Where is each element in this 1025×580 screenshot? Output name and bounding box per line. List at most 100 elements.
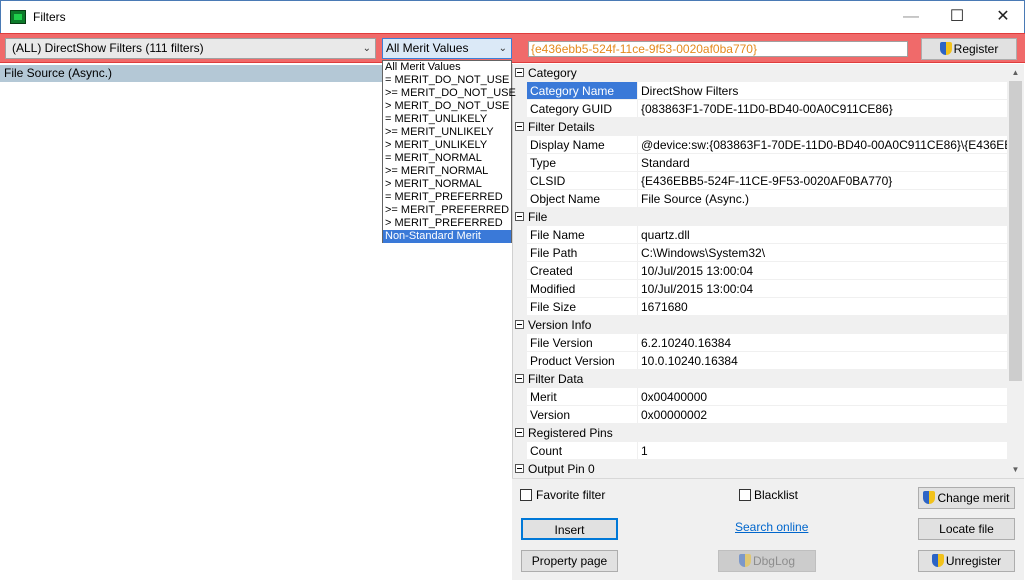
grid-category-row[interactable]: File — [513, 208, 1007, 226]
merit-option[interactable]: >= MERIT_NORMAL — [383, 165, 511, 178]
collapse-icon[interactable] — [515, 464, 524, 473]
property-name: Modified — [527, 280, 637, 298]
grid-property-row[interactable]: Created 10/Jul/2015 13:00:04 — [513, 262, 1007, 280]
property-value[interactable]: 0x00400000 — [637, 388, 1007, 406]
property-value[interactable]: 10.0.10240.16384 — [637, 352, 1007, 370]
grid-property-row[interactable]: Object Name File Source (Async.) — [513, 190, 1007, 208]
scroll-up-icon[interactable]: ▲ — [1007, 64, 1024, 81]
grid-property-row[interactable]: Version 0x00000002 — [513, 406, 1007, 424]
property-grid-scrollbar[interactable]: ▲ ▼ — [1007, 64, 1024, 478]
filter-category-value: (ALL) DirectShow Filters (111 filters) — [12, 41, 204, 55]
merit-option[interactable]: > MERIT_DO_NOT_USE — [383, 100, 511, 113]
favorite-checkbox[interactable] — [520, 489, 532, 501]
grid-property-row[interactable]: Product Version 10.0.10240.16384 — [513, 352, 1007, 370]
minimize-button[interactable]: — — [888, 1, 934, 33]
collapse-icon[interactable] — [515, 212, 524, 221]
property-name: Version — [527, 406, 637, 424]
merit-option[interactable]: >= MERIT_PREFERRED — [383, 204, 511, 217]
favorite-label: Favorite filter — [536, 488, 606, 502]
register-label: Register — [953, 42, 999, 56]
grid-category-row[interactable]: Version Info — [513, 316, 1007, 334]
category-label: Version Info — [528, 318, 592, 332]
insert-button[interactable]: Insert — [521, 518, 618, 540]
property-value[interactable]: 1 — [637, 442, 1007, 460]
grid-property-row[interactable]: Category Name DirectShow Filters — [513, 82, 1007, 100]
grid-property-row[interactable]: File Path C:\Windows\System32\ — [513, 244, 1007, 262]
maximize-button[interactable]: ☐ — [934, 1, 980, 33]
property-value[interactable]: 10/Jul/2015 13:00:04 — [637, 262, 1007, 280]
grid-category-row[interactable]: Filter Details — [513, 118, 1007, 136]
grid-category-row[interactable]: Category — [513, 64, 1007, 82]
search-online-link[interactable]: Search online — [735, 520, 808, 534]
guid-input[interactable]: {e436ebb5-524f-11ce-9f53-0020af0ba770} — [528, 41, 908, 57]
collapse-icon[interactable] — [515, 374, 524, 383]
property-value[interactable]: File Source (Async.) — [637, 190, 1007, 208]
property-name: Count — [527, 442, 637, 460]
grid-property-row[interactable]: Type Standard — [513, 154, 1007, 172]
row-gutter — [513, 442, 527, 460]
merit-option[interactable]: = MERIT_DO_NOT_USE — [383, 74, 511, 87]
property-value[interactable]: 10/Jul/2015 13:00:04 — [637, 280, 1007, 298]
merit-option[interactable]: = MERIT_UNLIKELY — [383, 113, 511, 126]
grid-property-row[interactable]: CLSID {E436EBB5-524F-11CE-9F53-0020AF0BA7… — [513, 172, 1007, 190]
collapse-icon[interactable] — [515, 320, 524, 329]
change-merit-button[interactable]: Change merit — [918, 487, 1015, 509]
property-name: Product Version — [527, 352, 637, 370]
merit-option[interactable]: >= MERIT_UNLIKELY — [383, 126, 511, 139]
grid-property-row[interactable]: File Version 6.2.10240.16384 — [513, 334, 1007, 352]
property-value[interactable]: DirectShow Filters — [637, 82, 1007, 100]
category-label: Output Pin 0 — [528, 462, 595, 476]
row-gutter — [513, 406, 527, 424]
property-value[interactable]: quartz.dll — [637, 226, 1007, 244]
dbglog-button[interactable]: DbgLog — [718, 550, 816, 572]
unregister-label: Unregister — [945, 554, 1002, 568]
grid-property-row[interactable]: Modified 10/Jul/2015 13:00:04 — [513, 280, 1007, 298]
grid-category-row[interactable]: Filter Data — [513, 370, 1007, 388]
merit-option[interactable]: > MERIT_UNLIKELY — [383, 139, 511, 152]
grid-property-row[interactable]: Category GUID {083863F1-70DE-11D0-BD40-00… — [513, 100, 1007, 118]
scroll-thumb[interactable] — [1009, 81, 1022, 381]
grid-property-row[interactable]: Display Name @device:sw:{083863F1-70DE-11… — [513, 136, 1007, 154]
merit-option[interactable]: > MERIT_PREFERRED — [383, 217, 511, 230]
merit-option[interactable]: >= MERIT_DO_NOT_USE — [383, 87, 516, 100]
property-grid[interactable]: Category Category Name DirectShow Filters C… — [512, 64, 1007, 478]
property-value[interactable]: {E436EBB5-524F-11CE-9F53-0020AF0BA770} — [637, 172, 1007, 190]
property-value[interactable]: Standard — [637, 154, 1007, 172]
collapse-icon[interactable] — [515, 428, 524, 437]
property-value[interactable]: 1671680 — [637, 298, 1007, 316]
merit-option[interactable]: > MERIT_NORMAL — [383, 178, 511, 191]
property-value[interactable]: 6.2.10240.16384 — [637, 334, 1007, 352]
close-button[interactable]: ✕ — [980, 1, 1025, 33]
scroll-down-icon[interactable]: ▼ — [1007, 461, 1024, 478]
merit-dropdown-list[interactable]: All Merit Values = MERIT_DO_NOT_USE >= MER… — [382, 60, 516, 243]
grid-category-row[interactable]: Registered Pins — [513, 424, 1007, 442]
merit-option[interactable]: = MERIT_NORMAL — [383, 152, 511, 165]
property-value[interactable]: @device:sw:{083863F1-70DE-11D0-BD40-00A0… — [637, 136, 1007, 154]
unregister-button[interactable]: Unregister — [918, 550, 1015, 572]
grid-property-row[interactable]: File Size 1671680 — [513, 298, 1007, 316]
merit-filter-select[interactable]: All Merit Values ⌄ — [382, 38, 512, 59]
blacklist-checkbox[interactable] — [739, 489, 751, 501]
row-gutter — [513, 172, 527, 190]
property-name: Merit — [527, 388, 637, 406]
collapse-icon[interactable] — [515, 122, 524, 131]
grid-property-row[interactable]: Merit 0x00400000 — [513, 388, 1007, 406]
row-gutter — [513, 226, 527, 244]
grid-property-row[interactable]: File Name quartz.dll — [513, 226, 1007, 244]
collapse-icon[interactable] — [515, 68, 524, 77]
merit-option[interactable]: Non-Standard Merit — [383, 230, 511, 243]
property-value[interactable]: C:\Windows\System32\ — [637, 244, 1007, 262]
category-label: Filter Data — [528, 372, 584, 386]
merit-option[interactable]: = MERIT_PREFERRED — [383, 191, 511, 204]
register-button[interactable]: Register — [921, 38, 1017, 60]
filter-category-select[interactable]: (ALL) DirectShow Filters (111 filters) ⌄ — [5, 38, 376, 59]
property-value[interactable]: 0x00000002 — [637, 406, 1007, 424]
merit-option[interactable]: All Merit Values — [383, 61, 511, 74]
uac-shield-icon — [738, 554, 751, 567]
locate-file-button[interactable]: Locate file — [918, 518, 1015, 540]
grid-property-row[interactable]: Count 1 — [513, 442, 1007, 460]
category-label: Registered Pins — [528, 426, 613, 440]
grid-category-row[interactable]: Output Pin 0 — [513, 460, 1007, 478]
property-page-button[interactable]: Property page — [521, 550, 618, 572]
property-value[interactable]: {083863F1-70DE-11D0-BD40-00A0C911CE86} — [637, 100, 1007, 118]
